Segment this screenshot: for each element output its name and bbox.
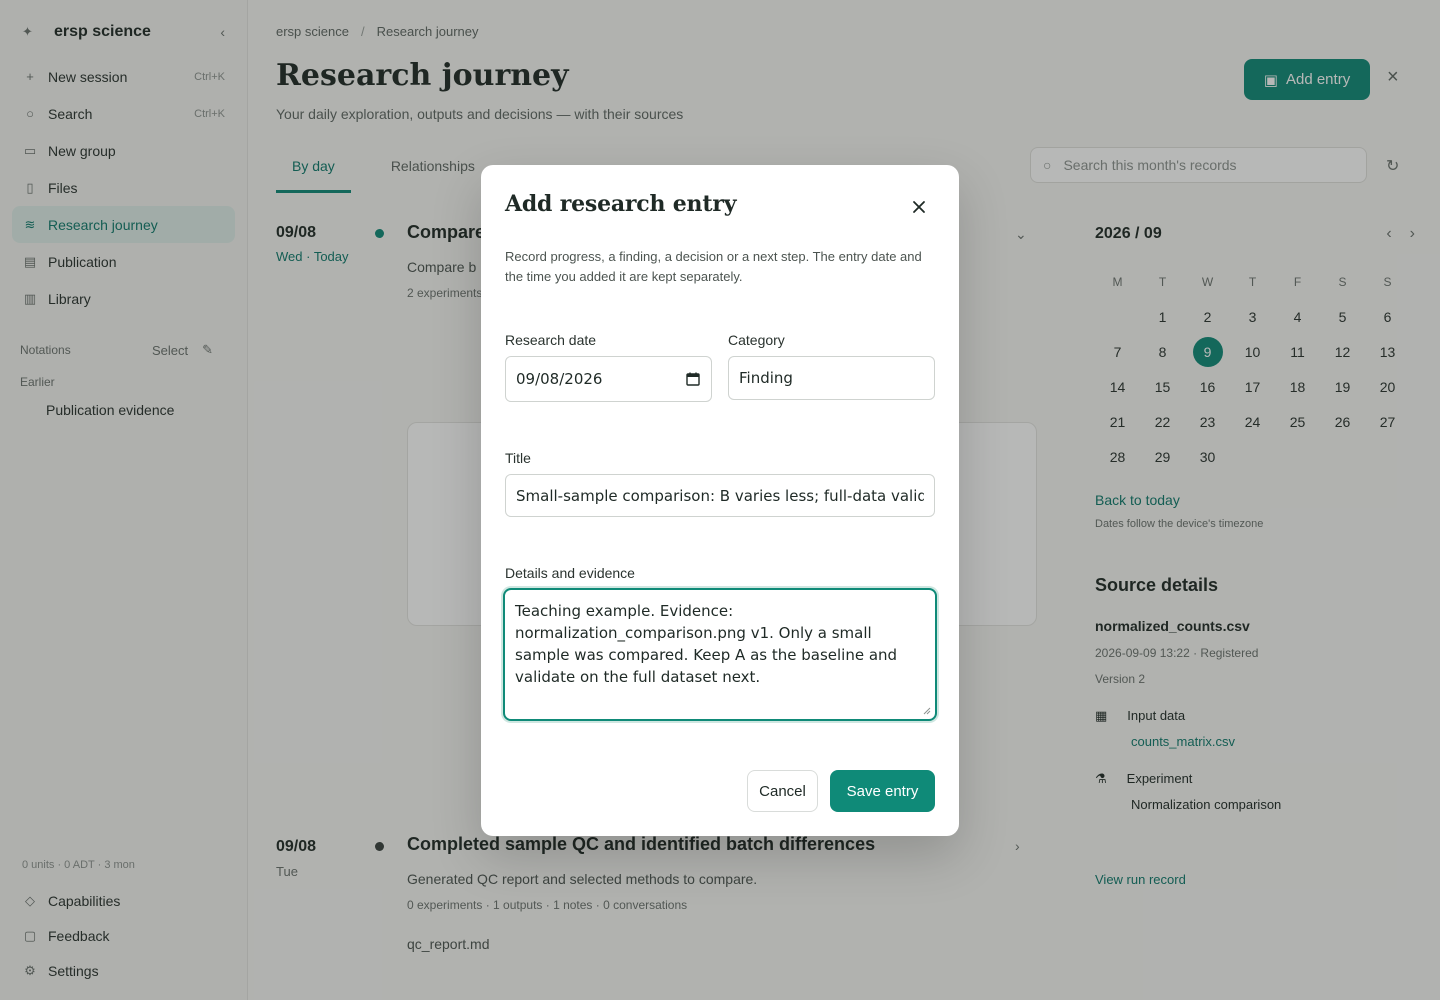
research-date-label: Research date	[505, 332, 597, 348]
details-textarea[interactable]: Teaching example. Evidence: normalizatio…	[503, 588, 937, 721]
category-select[interactable]: Finding	[728, 356, 935, 400]
title-label: Title	[505, 450, 531, 466]
dialog-description: Record progress, a finding, a decision o…	[505, 249, 922, 284]
close-icon-svg	[913, 201, 925, 213]
cancel-button[interactable]: Cancel	[747, 770, 818, 812]
research-date-value: 09/08/2026	[516, 370, 603, 388]
details-value: Teaching example. Evidence: normalizatio…	[515, 602, 898, 686]
add-entry-dialog: Add research entry Record progress, a fi…	[481, 165, 959, 836]
details-label: Details and evidence	[505, 565, 635, 581]
calendar-icon[interactable]	[685, 371, 701, 387]
research-date-field[interactable]: 09/08/2026	[505, 356, 712, 402]
close-icon[interactable]	[907, 195, 931, 219]
save-entry-button[interactable]: Save entry	[830, 770, 935, 812]
category-label: Category	[728, 332, 785, 348]
title-value: Small-sample comparison: B varies less; …	[516, 486, 924, 505]
title-input[interactable]: Small-sample comparison: B varies less; …	[505, 474, 935, 517]
category-value: Finding	[739, 369, 793, 387]
resize-handle-icon[interactable]	[923, 707, 931, 715]
dialog-title: Add research entry	[505, 191, 737, 217]
